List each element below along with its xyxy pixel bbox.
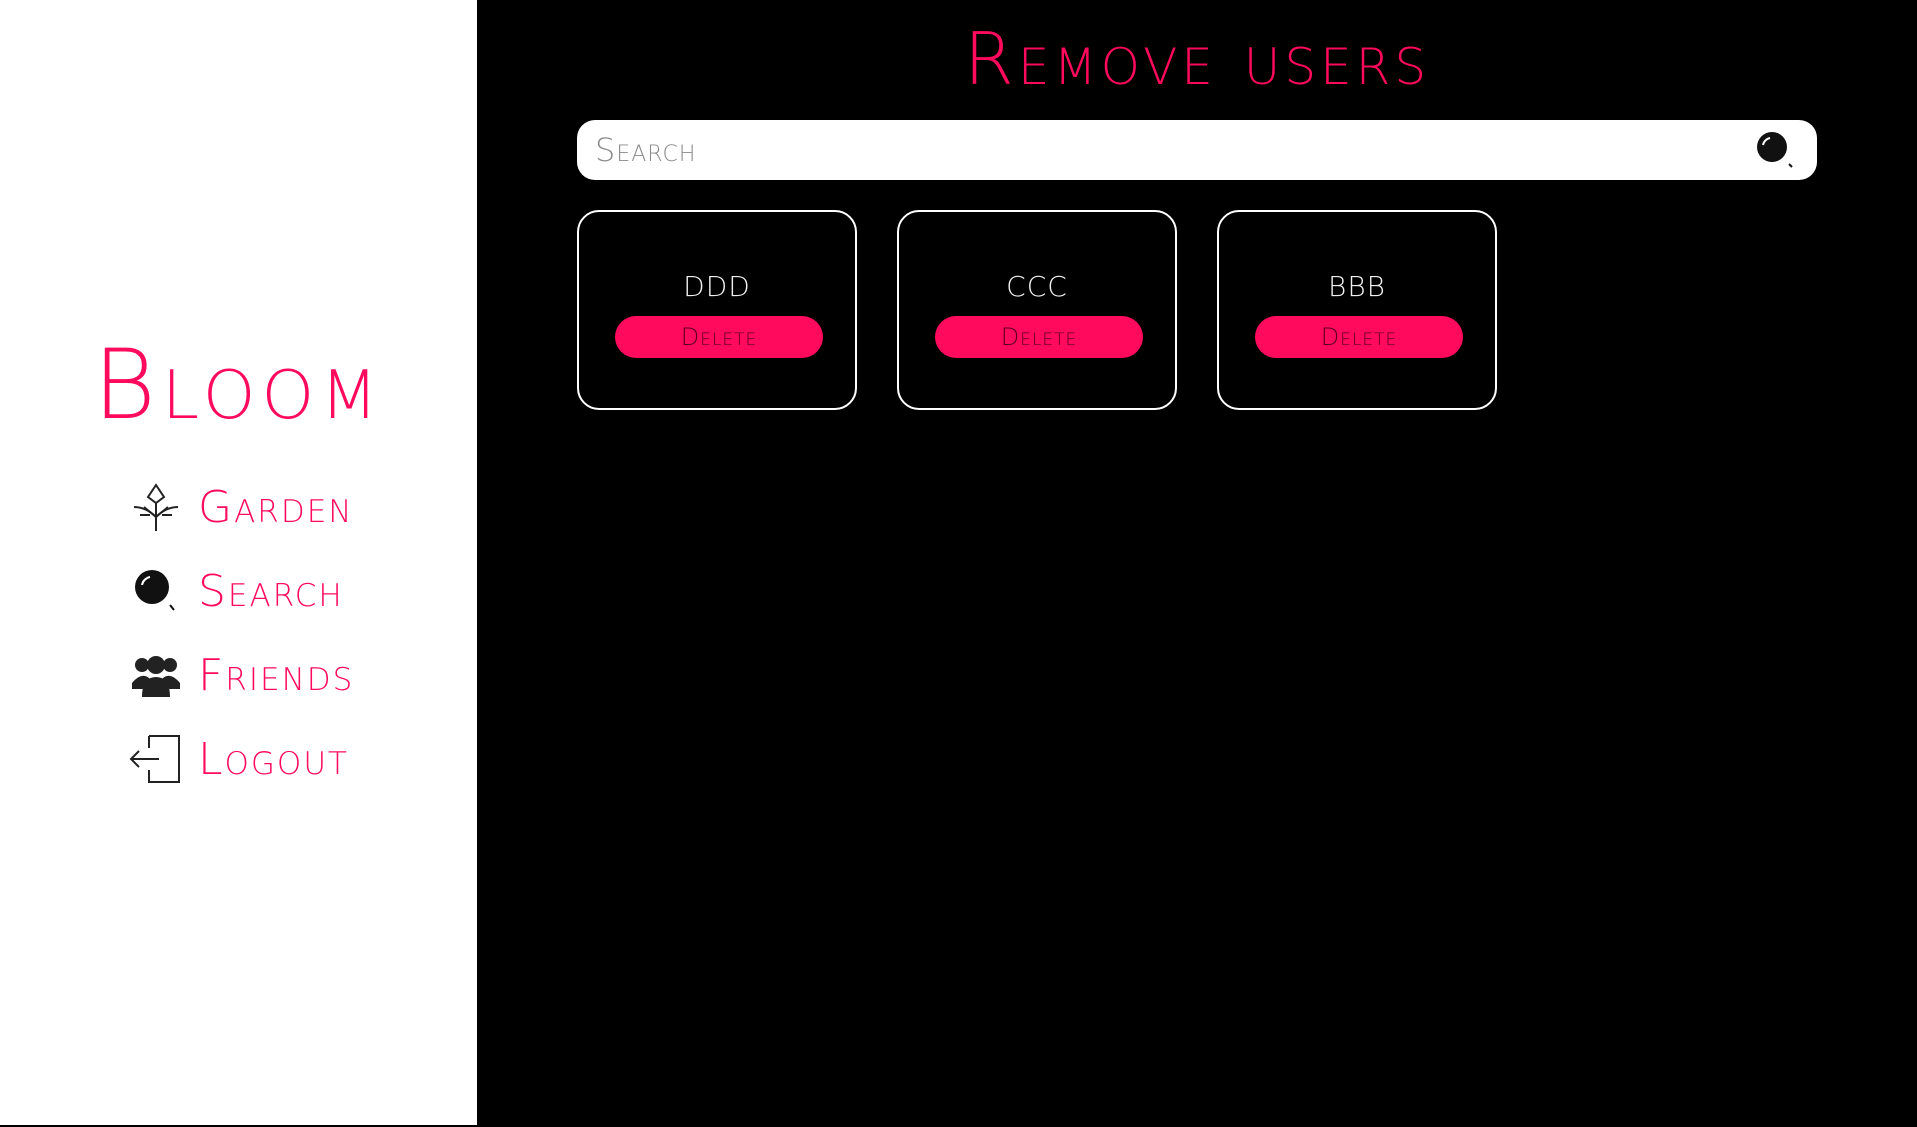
app-root: Bloom Garden Search Friends Logout Remov… (0, 0, 1917, 1127)
sidebar-item-logout[interactable]: Logout (128, 729, 368, 789)
sidebar-item-search[interactable]: Search (128, 561, 368, 621)
search-icon[interactable] (1755, 130, 1795, 170)
user-name: CCC (1006, 270, 1068, 303)
user-card: CCC Delete (897, 210, 1177, 410)
sidebar-item-label: Garden (198, 481, 354, 533)
sidebar-item-label: Logout (198, 733, 349, 785)
user-card: BBB Delete (1217, 210, 1497, 410)
page-title: Remove users (963, 17, 1431, 101)
sidebar-item-garden[interactable]: Garden (128, 477, 368, 537)
user-card: DDD Delete (577, 210, 857, 410)
user-name: DDD (683, 270, 751, 303)
user-name: BBB (1327, 270, 1386, 303)
garden-icon (128, 479, 184, 535)
search-bar (577, 120, 1817, 180)
sidebar: Bloom Garden Search Friends Logout (0, 0, 477, 1125)
logout-icon (128, 731, 184, 787)
sidebar-item-friends[interactable]: Friends (128, 645, 368, 705)
sidebar-item-label: Search (198, 565, 344, 617)
delete-button[interactable]: Delete (935, 316, 1143, 358)
friends-icon (128, 647, 184, 703)
sidebar-item-label: Friends (198, 649, 355, 701)
search-icon (128, 563, 184, 619)
brand-logo-text: Bloom (92, 329, 385, 441)
search-input[interactable] (595, 120, 1715, 180)
delete-button[interactable]: Delete (615, 316, 823, 358)
delete-button[interactable]: Delete (1255, 316, 1463, 358)
